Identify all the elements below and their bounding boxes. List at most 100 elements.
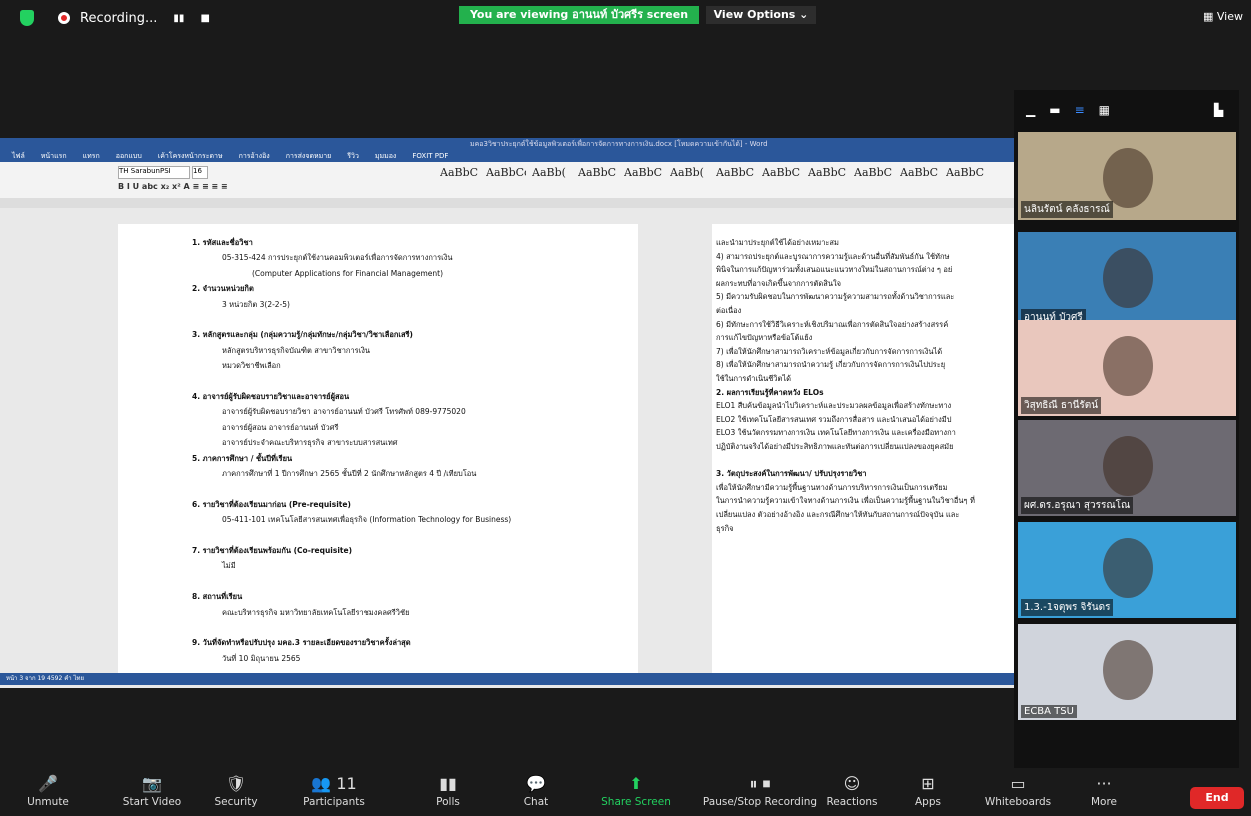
speaker-view-icon[interactable]: ≡ [1075, 103, 1085, 117]
word-tab[interactable]: การส่งจดหมาย [286, 150, 332, 162]
toolbar-label: More [1090, 796, 1118, 808]
end-meeting-button[interactable]: End [1190, 787, 1244, 809]
participant-tile[interactable]: นลินรัตน์ คลังธารณ์ [1018, 132, 1236, 220]
participant-tile[interactable]: วิสุทธิณี ธานีรัตน์ [1018, 320, 1236, 416]
toolbar-polls-button[interactable]: ▮▮ Polls [408, 772, 488, 808]
recording-indicator: Recording... ▮▮ ■ [20, 10, 210, 26]
hide-video-icon[interactable]: ▬ [1049, 103, 1060, 117]
style-item[interactable]: AaBbC [854, 166, 894, 179]
toolbar-more-button[interactable]: ··· More [1064, 772, 1144, 808]
word-tab[interactable]: ออกแบบ [116, 150, 142, 162]
document-line: ธุรกิจ [716, 523, 734, 533]
document-line: 3 หน่วยกิต 3(2-2-5) [222, 299, 290, 309]
participant-avatar [1103, 538, 1153, 598]
document-line: 8) เพื่อให้นักศึกษาสามารถนำความรู้ เกี่ย… [716, 360, 946, 370]
style-item[interactable]: AaBbCcD [486, 166, 526, 179]
gallery-toolbar: ▁ ▬ ≡ ▦ ▙ [1014, 90, 1239, 130]
document-line: ELO3 ใช้นวัตกรรมทางการเงิน เทคโนโลยีทางก… [716, 428, 956, 438]
document-line: หลักสูตรบริหารธุรกิจบัณฑิต สาขาวิชาการเง… [222, 345, 371, 355]
style-item[interactable]: AaBbC [900, 166, 940, 179]
toolbar-label: Apps [915, 796, 941, 808]
style-item[interactable]: AaBb( [532, 166, 572, 179]
document-line: อาจารย์ประจำคณะบริหารธุรกิจ สาขาระบบสารส… [222, 438, 398, 448]
document-line: พินิจในการแก้ปัญหาร่วมทั้งเสนอแนะแนวทางใ… [716, 265, 953, 275]
document-line: และนำมาประยุกต์ใช้ได้อย่างเหมาะสม [716, 238, 839, 247]
document-line: 3. หลักสูตรและกลุ่ม (กลุ่มความรู้/กลุ่มท… [192, 330, 413, 340]
pause-icon[interactable]: ▮▮ [173, 13, 184, 24]
toolbar-chat-button[interactable]: 💬 Chat [496, 772, 576, 808]
style-item[interactable]: AaBbC [762, 166, 802, 179]
view-options-button[interactable]: View Options ⌄ [706, 6, 816, 24]
minimize-icon[interactable]: ▁ [1026, 103, 1035, 117]
document-line: เปลี่ยนแปลง ตัวอย่างอ้างอิง และกรณีศึกษา… [716, 510, 960, 519]
document-line: เพื่อให้นักศึกษามีความรู้พื้นฐานทางด้านก… [716, 482, 948, 492]
word-tab[interactable]: เค้าโครงหน้ากระดาษ [158, 150, 223, 162]
word-ribbon: มคอ3วิชาประยุกต์ใช้ข้อมูลพิวเตอร์เพื่อกา… [0, 138, 1016, 199]
word-tab[interactable]: การอ้างอิง [239, 150, 270, 162]
document-line: 5) มีความรับผิดชอบในการพัฒนาความรู้ความส… [716, 292, 955, 302]
font-size-select[interactable]: 16 [192, 166, 208, 179]
word-tab[interactable]: มุมมอง [375, 150, 396, 162]
toolbar-participants-button[interactable]: 👥 11 Participants [294, 772, 374, 808]
document-line: 05-411-101 เทคโนโลยีสารสนเทศเพื่อธุรกิจ … [222, 515, 512, 525]
gallery-view-icon[interactable]: ▦ [1099, 103, 1110, 117]
word-tab[interactable]: FOXIT PDF [412, 150, 448, 162]
toolbar-share-screen-button[interactable]: ⬆ Share Screen [596, 772, 676, 808]
shared-word-window: มคอ3วิชาประยุกต์ใช้ข้อมูลพิวเตอร์เพื่อกา… [0, 138, 1016, 688]
participant-tile[interactable]: ECBA TSU [1018, 624, 1236, 720]
toolbar-security-button[interactable]: 🛡 Security [196, 772, 276, 808]
word-tab[interactable]: แทรก [83, 150, 100, 162]
word-status-bar: หน้า 3 จาก 19 4592 คำ ไทย [0, 673, 1016, 685]
styles-gallery[interactable]: AaBbC AaBbCcD AaBb( AaBbC AaBbC AaBb( AaBbC AaB… [440, 166, 986, 179]
format-buttons[interactable]: B I U abc x₂ x² A ≡ ≡ ≡ ≡ [118, 182, 228, 191]
participant-gallery: ▁ ▬ ≡ ▦ ▙ นลินรัตน์ คลังธารณ์อานนท์ บัวศ… [1014, 90, 1239, 790]
style-item[interactable]: AaBb( [670, 166, 710, 179]
toolbar-pause-stop-recording-button[interactable]: ⏸ ⏹ Pause/Stop Recording [700, 772, 820, 808]
toolbar-unmute-button[interactable]: 🎤 Unmute [8, 772, 88, 808]
grid-icon: ▦ [1203, 10, 1217, 23]
participant-tile[interactable]: อานนท์ บัวศรี [1018, 232, 1236, 328]
participant-avatar [1103, 436, 1153, 496]
document-line: วันที่ 10 มิถุนายน 2565 [222, 653, 301, 663]
word-tab[interactable]: หน้าแรก [41, 150, 67, 162]
word-tab[interactable]: รีวิว [347, 150, 359, 162]
chat-icon: 💬 [526, 774, 546, 793]
document-line: 7) เพื่อให้นักศึกษาสามารถวิเคราะห์ข้อมูล… [716, 346, 943, 356]
participant-tile[interactable]: ผศ.ดร.อรุณา สุวรรณโณ [1018, 420, 1236, 516]
style-item[interactable]: AaBbC [440, 166, 480, 179]
style-item[interactable]: AaBbC [716, 166, 756, 179]
exit-panel-icon[interactable]: ▙ [1214, 103, 1223, 117]
document-line: อาจารย์ผู้รับผิดชอบรายวิชา อาจารย์อานนท์… [222, 407, 466, 417]
document-page-left[interactable]: 1. รหัสและชื่อวิชา 05-315-424 การประยุกต์… [118, 224, 638, 674]
document-page-right[interactable]: และนำมาประยุกต์ใช้ได้อย่างเหมาะสม 4) สาม… [712, 224, 1016, 674]
view-button[interactable]: ▦ View [1203, 10, 1243, 23]
document-line: อาจารย์ผู้สอน อาจารย์อานนท์ บัวศรี [222, 422, 339, 432]
recording-label: Recording... [80, 10, 158, 26]
document-line: ผลกระทบที่อาจเกิดขึ้นจากการตัดสินใจ [716, 278, 842, 288]
toolbar-label: Share Screen [601, 796, 671, 808]
toolbar-apps-button[interactable]: ⊞ Apps [888, 772, 968, 808]
document-line: ปฏิบัติงานจริงได้อย่างมีประสิทธิภาพและทั… [716, 442, 954, 451]
document-line: 6. รายวิชาที่ต้องเรียนมาก่อน (Pre-requis… [192, 499, 351, 509]
apps-icon: ⊞ [921, 774, 935, 793]
participant-tile[interactable]: 1.3.-1จตุพร จิรันดร [1018, 522, 1236, 618]
security-icon: 🛡 [225, 774, 247, 793]
style-item[interactable]: AaBbC [808, 166, 848, 179]
toolbar-reactions-button[interactable]: ☺ Reactions [812, 772, 892, 808]
document-line: 4) สามารถประยุกต์และบูรณาการความรู้และด้… [716, 251, 950, 261]
style-item[interactable]: AaBbC [624, 166, 664, 179]
style-item[interactable]: AaBbC [946, 166, 986, 179]
toolbar-whiteboards-button[interactable]: ▭ Whiteboards [978, 772, 1058, 808]
document-line: คณะบริหารธุรกิจ มหาวิทยาลัยเทคโนโลยีราชม… [222, 607, 410, 617]
document-line: 4. อาจารย์ผู้รับผิดชอบรายวิชาและอาจารย์ผ… [192, 392, 350, 401]
font-select[interactable]: TH SarabunPSI [118, 166, 190, 179]
word-tabs: ไฟล์ หน้าแรก แทรก ออกแบบ เค้าโครงหน้ากระดาษ ก… [0, 150, 1016, 162]
stop-icon[interactable]: ■ [200, 13, 209, 24]
document-line: ต่อเนื่อง [716, 306, 742, 315]
word-tab[interactable]: ไฟล์ [12, 150, 25, 162]
toolbar-label: Pause/Stop Recording [702, 796, 818, 808]
shield-icon[interactable] [20, 10, 34, 26]
share-screen-icon: ⬆ [629, 774, 643, 793]
style-item[interactable]: AaBbC [578, 166, 618, 179]
toolbar-start-video-button[interactable]: 📷 Start Video [112, 772, 192, 808]
